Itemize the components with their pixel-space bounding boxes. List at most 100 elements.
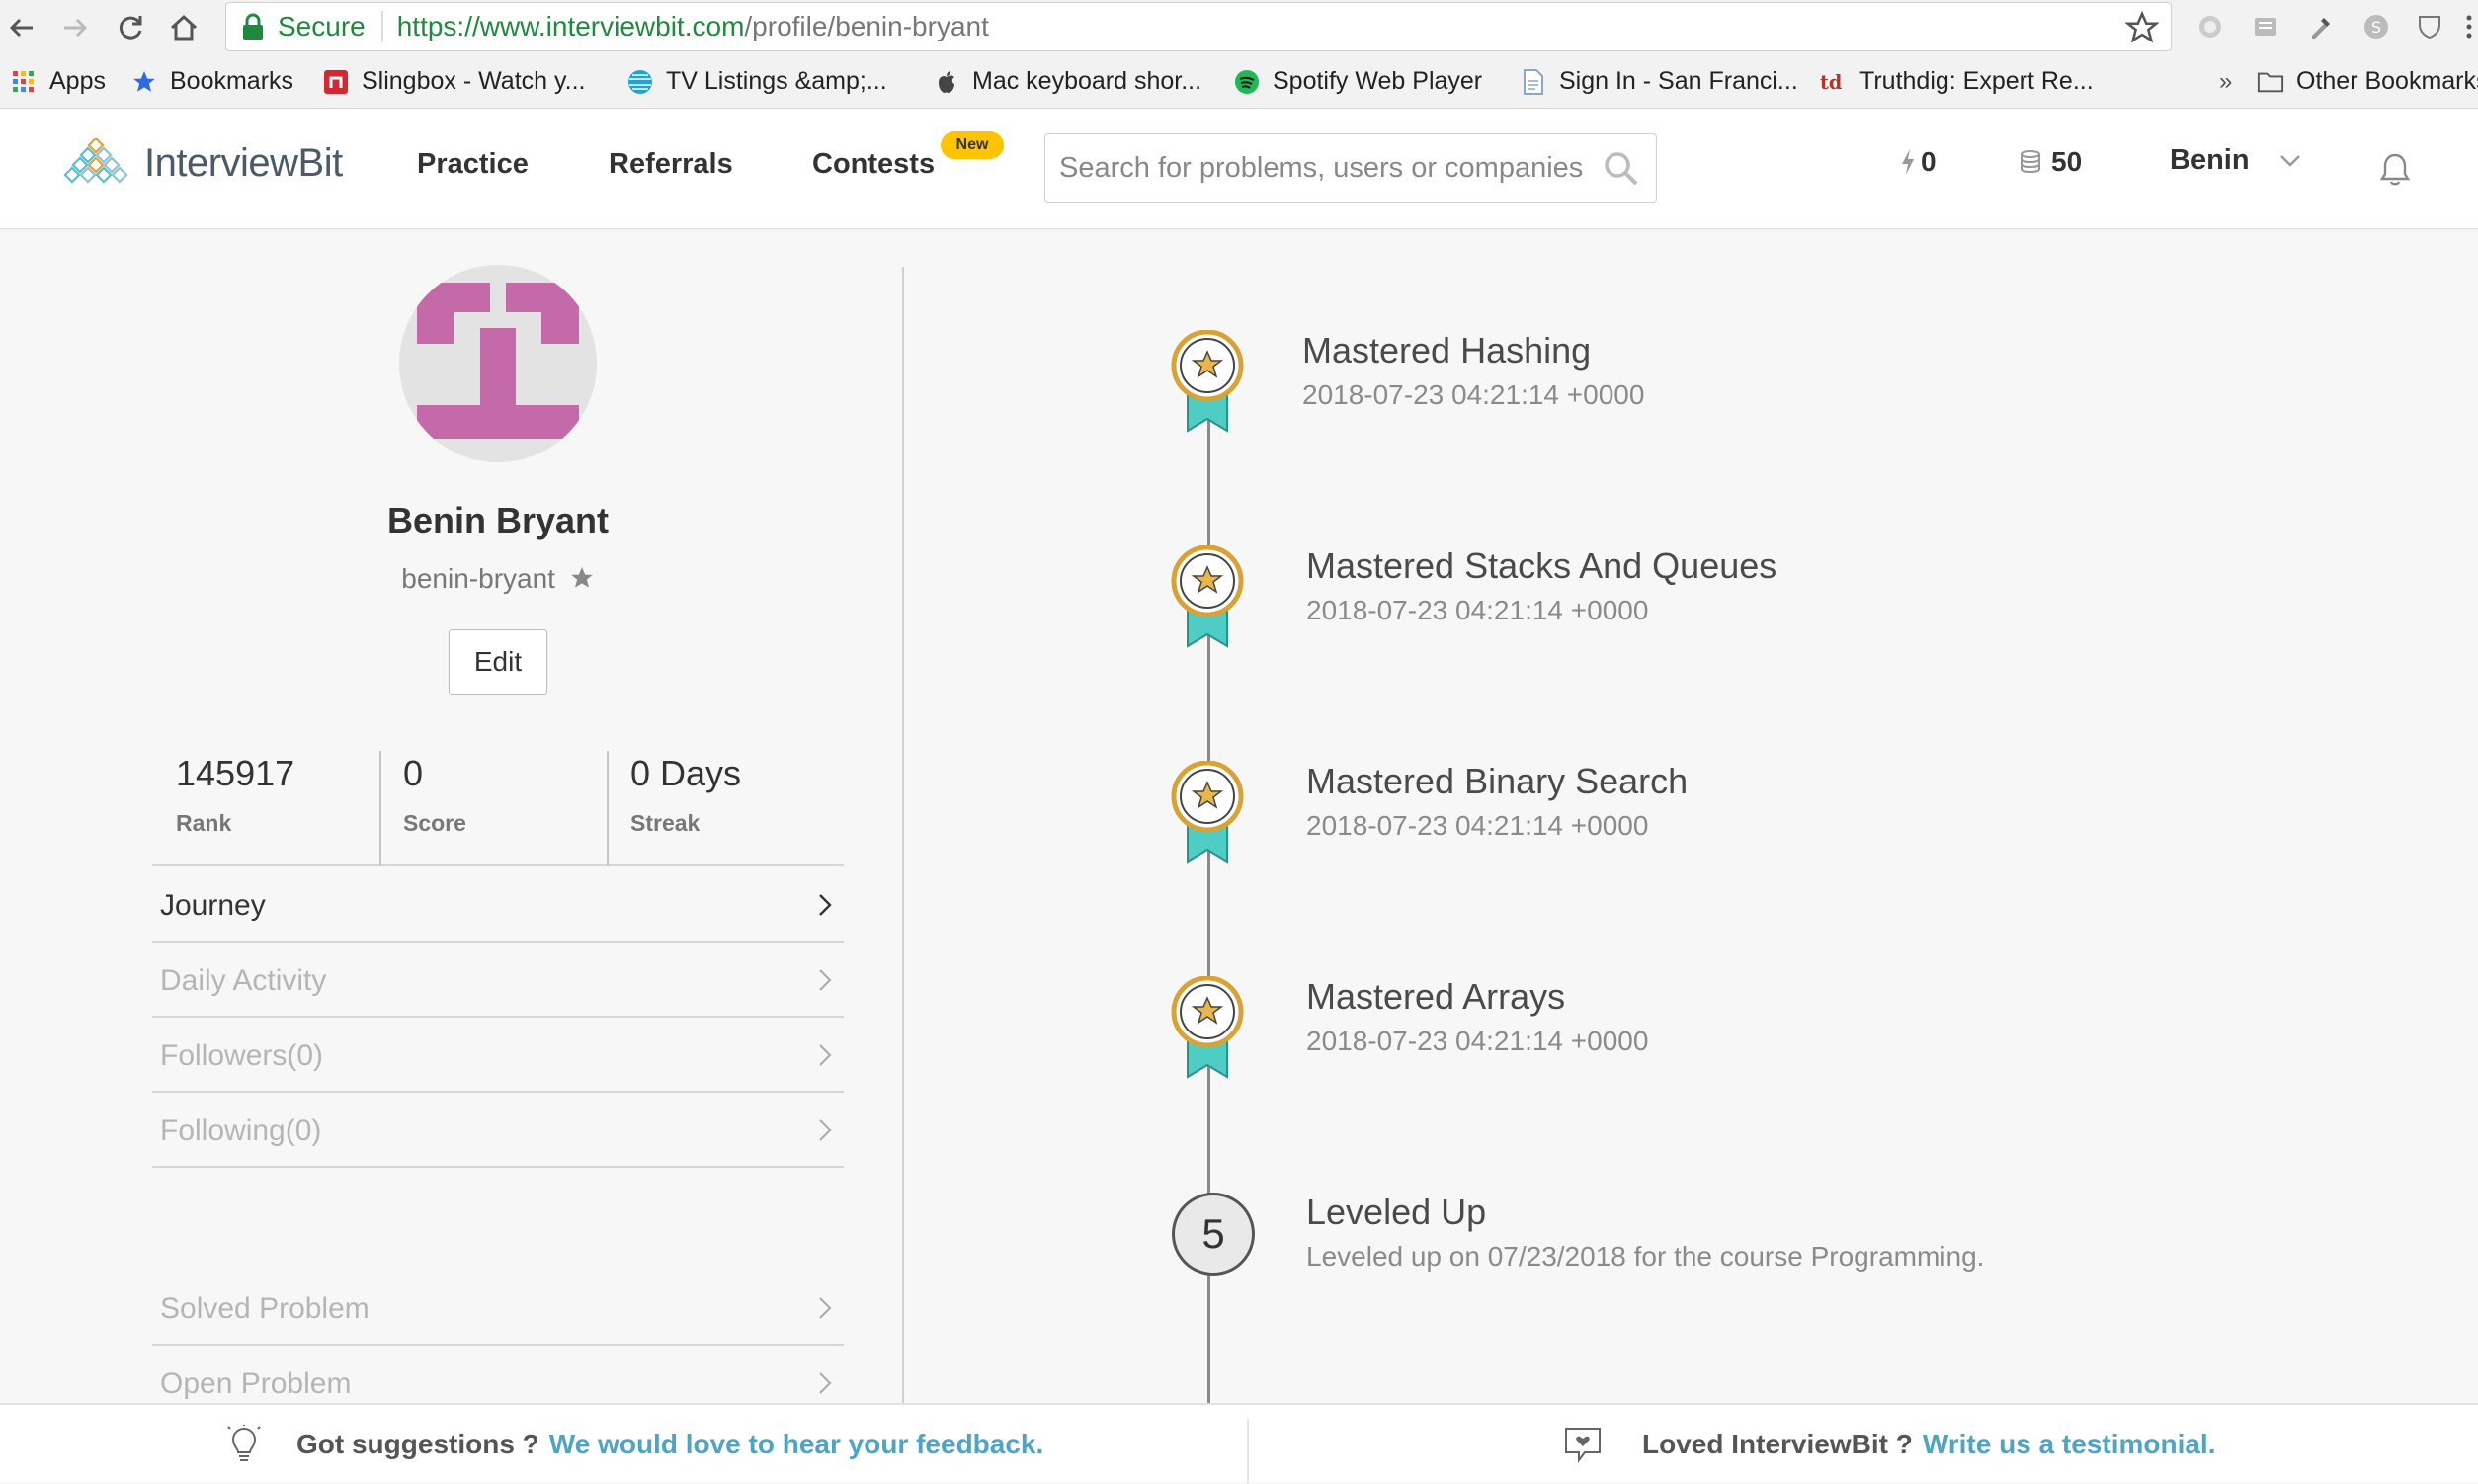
menu-label: Following(0) [160, 1114, 322, 1147]
bookmark-label: Sign In - San Franci... [1559, 67, 1798, 95]
back-button[interactable] [0, 6, 43, 49]
truthdig-icon: td [1820, 68, 1848, 96]
star-outline-icon [2124, 10, 2160, 43]
profile-menu-journey[interactable]: Journey [152, 867, 844, 943]
svg-text:S: S [2371, 18, 2381, 37]
lightbulb-icon [227, 1425, 261, 1461]
feedback-link[interactable]: We would love to hear your feedback. [549, 1429, 1044, 1460]
home-icon [170, 14, 198, 41]
bookmark-label: Mac keyboard shor... [972, 67, 1202, 95]
url-separator [380, 11, 383, 42]
bookmark-tv-listings[interactable]: TV Listings &amp;... [626, 54, 887, 109]
stat-value: 145917 [176, 753, 295, 793]
stat-label: Streak [630, 810, 701, 836]
event-timestamp: 2018-07-23 04:21:14 +0000 [1306, 1026, 1649, 1056]
bookmark-spotify[interactable]: Spotify Web Player [1233, 54, 1482, 109]
extension-circle-icon[interactable] [2195, 12, 2225, 41]
profile-stats: 145917 Rank 0 Score 0 Days Streak [152, 751, 844, 866]
notification-bell-icon[interactable] [2379, 152, 2411, 188]
lightning-icon [1902, 149, 1914, 175]
forward-button[interactable] [53, 6, 97, 49]
profile-menu-daily-activity[interactable]: Daily Activity [152, 943, 844, 1018]
bookmark-sign-in[interactable]: Sign In - San Franci... [1520, 54, 1798, 109]
bookmarks-bar: Apps Bookmarks Slingbox - Watch y... TV … [0, 54, 2478, 109]
stat-label: Score [403, 810, 466, 836]
medal-icon [1171, 761, 1244, 864]
event-title: Mastered Binary Search [1306, 761, 1689, 801]
menu-label: Solved Problem [160, 1292, 370, 1325]
medal-icon [1171, 976, 1244, 1079]
event-title: Leveled Up [1306, 1192, 1487, 1232]
footer-divider [1247, 1419, 1249, 1484]
bookmark-label: Apps [49, 67, 106, 95]
profile-name: Benin Bryant [386, 500, 610, 540]
new-badge: New [941, 131, 1004, 159]
other-bookmarks-folder[interactable]: Other Bookmarks [2257, 54, 2478, 109]
menu-label: Journey [160, 889, 266, 922]
logo-wordmark: InterviewBit [144, 140, 343, 185]
folder-icon [2257, 68, 2284, 96]
site-header: InterviewBit Practice Referrals Contests… [0, 109, 2478, 229]
identicon-avatar-image [417, 283, 579, 439]
bookmark-label: Bookmarks [170, 67, 294, 95]
bookmark-mac-keyboard[interactable]: Mac keyboard shor... [933, 54, 1201, 109]
shield-extension-icon[interactable] [2415, 12, 2444, 41]
bookmark-truthdig[interactable]: td Truthdig: Expert Re... [1820, 54, 2094, 109]
chevron-right-icon [819, 1297, 832, 1319]
bookmark-apps[interactable]: Apps [10, 54, 106, 109]
home-button[interactable] [162, 6, 206, 49]
eyedropper-icon[interactable] [2306, 12, 2336, 41]
nav-contests[interactable]: Contests [812, 148, 935, 181]
testimonial-prompt: Loved InterviewBit ? Write us a testimon… [1563, 1405, 2216, 1484]
user-menu-dropdown[interactable]: Benin [2170, 144, 2301, 177]
medal-icon [1171, 330, 1244, 433]
heart-chat-icon [1565, 1428, 1601, 1463]
feedback-footer: Got suggestions ? We would love to hear … [0, 1403, 2478, 1484]
nav-practice[interactable]: Practice [417, 148, 529, 181]
stat-value: 0 [403, 753, 424, 793]
address-bar[interactable]: Secure https://www.interviewbit.com/prof… [225, 2, 2172, 51]
edit-profile-button[interactable]: Edit [449, 629, 547, 695]
bookmark-bookmarks[interactable]: Bookmarks [130, 54, 293, 109]
testimonial-text: Loved InterviewBit ? [1642, 1429, 1913, 1459]
profile-menu-followers[interactable]: Followers(0) [152, 1018, 844, 1093]
bookmark-label: Spotify Web Player [1273, 67, 1483, 95]
slingbox-icon [322, 68, 350, 96]
profile-handle: benin-bryant [152, 563, 844, 595]
stat-label: Rank [176, 810, 232, 836]
site-search-input[interactable] [1057, 144, 1591, 192]
bookmark-star-button[interactable] [2124, 10, 2160, 51]
apps-grid-icon [10, 68, 38, 96]
extension-reader-icon[interactable] [2251, 12, 2280, 41]
nav-referrals[interactable]: Referrals [609, 148, 733, 181]
event-title: Mastered Arrays [1306, 976, 1566, 1017]
event-timestamp: 2018-07-23 04:21:14 +0000 [1306, 595, 1649, 625]
event-timestamp: 2018-07-23 04:21:14 +0000 [1302, 379, 1645, 410]
event-title: Mastered Hashing [1302, 330, 1592, 371]
reload-button[interactable] [109, 6, 152, 49]
chevron-right-icon [819, 969, 832, 991]
medal-icon [1171, 545, 1244, 648]
skype-icon[interactable]: S [2361, 12, 2391, 41]
streak-indicator: 0 [1899, 146, 1937, 178]
menu-label: Followers(0) [160, 1039, 324, 1072]
user-name: Benin [2170, 144, 2250, 176]
profile-menu-solved-problem[interactable]: Solved Problem [152, 1271, 844, 1346]
overflow-chevron: » [2219, 67, 2233, 95]
reload-icon [119, 16, 142, 40]
menu-kebab-icon[interactable] [2460, 12, 2478, 41]
page-icon [1520, 68, 1547, 96]
chevron-right-icon [819, 1372, 832, 1394]
secure-label: Secure [278, 11, 366, 41]
interviewbit-logo[interactable]: InterviewBit [57, 138, 343, 188]
chevron-right-icon [819, 1119, 832, 1141]
stat-streak: 0 Days Streak [607, 751, 844, 866]
testimonial-link[interactable]: Write us a testimonial. [1923, 1429, 2216, 1460]
stat-score: 0 Score [379, 751, 607, 866]
bookmarks-overflow-button[interactable]: » [2219, 54, 2232, 109]
star-icon [130, 68, 158, 96]
profile-menu-following[interactable]: Following(0) [152, 1093, 844, 1168]
stat-rank: 145917 Rank [152, 751, 379, 866]
search-icon[interactable] [1603, 150, 1640, 188]
bookmark-slingbox[interactable]: Slingbox - Watch y... [322, 54, 585, 109]
